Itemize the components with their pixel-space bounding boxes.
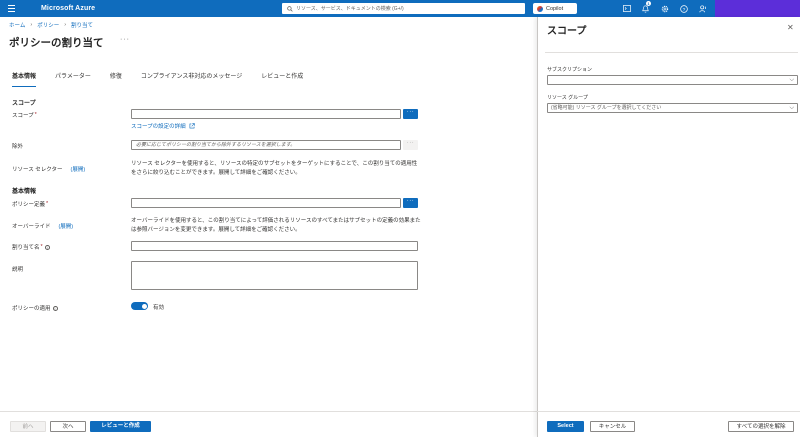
policy-definition-browse-button[interactable]: ···: [403, 198, 418, 208]
info-icon[interactable]: i: [52, 305, 58, 311]
exclusions-browse-button: ···: [403, 140, 418, 150]
required-marker: *: [34, 112, 37, 118]
subscription-label: サブスクリプション: [547, 67, 593, 73]
breadcrumb: ホーム › ポリシー › 割り当て: [9, 21, 93, 29]
copilot-label: Copilot: [546, 5, 564, 12]
gear-icon[interactable]: [655, 0, 674, 17]
info-icon[interactable]: i: [44, 244, 50, 250]
close-icon[interactable]: ✕: [787, 23, 794, 32]
tab-basics[interactable]: 基本情報: [12, 70, 37, 87]
account-button[interactable]: [715, 0, 800, 17]
description-label: 説明: [12, 267, 24, 273]
svg-text:?: ?: [682, 6, 685, 12]
assignment-name-input[interactable]: [131, 241, 418, 251]
overrides-label: オーバーライド (展開): [12, 222, 73, 230]
select-button[interactable]: Select: [547, 421, 584, 432]
menu-icon[interactable]: [5, 0, 17, 17]
terminal-icon[interactable]: [617, 0, 636, 17]
chevron-right-icon: ›: [64, 22, 67, 28]
breadcrumb-assignments[interactable]: 割り当て: [71, 21, 93, 29]
next-button[interactable]: 次へ: [50, 421, 86, 432]
resource-selector-expand-link[interactable]: (展開): [71, 165, 86, 173]
scope-label-text: スコープ: [12, 113, 34, 119]
notification-badge: 1: [646, 1, 651, 6]
bell-icon[interactable]: 1: [636, 0, 655, 17]
more-options-icon[interactable]: ···: [120, 36, 130, 43]
exclusions-label: 除外: [12, 144, 24, 150]
assignment-name-label: 割り当て名 * i: [12, 243, 50, 251]
tab-bar: 基本情報 パラメーター 修復 コンプライアンス非対応のメッセージ レビューと作成: [12, 70, 322, 87]
tab-noncompliance-messages[interactable]: コンプライアンス非対応のメッセージ: [141, 70, 242, 84]
scope-label: スコープ *: [12, 111, 37, 119]
copilot-button[interactable]: Copilot: [533, 3, 577, 14]
resource-group-placeholder: (省略可能) リソース グループを選択してください: [551, 105, 662, 111]
overrides-help: オーバーライドを使用すると、この割り当てによって評価されるリソースのすべてまたは…: [131, 218, 421, 233]
brand-name[interactable]: Microsoft Azure: [41, 5, 95, 12]
help-icon[interactable]: ?: [674, 0, 693, 17]
chevron-down-icon: ⌵: [789, 105, 794, 111]
review-create-button[interactable]: レビューと作成: [90, 421, 151, 432]
enforcement-state: 有効: [153, 305, 165, 311]
scope-input[interactable]: [131, 109, 401, 119]
scope-section-heading: スコープ: [12, 101, 36, 107]
overrides-label-text: オーバーライド: [12, 224, 51, 230]
scope-learn-more-link[interactable]: スコープの設定の詳細: [131, 122, 195, 130]
cancel-button[interactable]: キャンセル: [590, 421, 635, 432]
overrides-expand-link[interactable]: (展開): [58, 222, 73, 230]
clear-all-button[interactable]: すべての選択を解除: [728, 421, 794, 432]
enforcement-toggle[interactable]: [131, 302, 148, 310]
assignment-name-label-text: 割り当て名: [12, 245, 40, 251]
feedback-icon[interactable]: [693, 0, 712, 17]
exclusions-input[interactable]: 必要に応じてポリシーの割り当てから除外するリソースを選択します。: [131, 140, 401, 150]
scope-panel-title: スコープ: [547, 26, 587, 37]
previous-button[interactable]: 前へ: [10, 421, 46, 432]
required-marker: *: [40, 244, 43, 250]
subscription-dropdown[interactable]: ⌵: [547, 75, 798, 85]
basics-section-heading: 基本情報: [12, 189, 37, 195]
top-bar: Microsoft Azure リソース、サービス、ドキュメントの検索 (G+/…: [0, 0, 800, 17]
external-link-icon: [189, 123, 195, 129]
breadcrumb-policy[interactable]: ポリシー: [37, 21, 59, 29]
required-marker: *: [46, 201, 49, 207]
description-textarea[interactable]: [131, 261, 418, 290]
resource-selector-help: リソース セレクターを使用すると、リソースの特定のサブセットをターゲットにするこ…: [131, 161, 418, 176]
search-placeholder: リソース、サービス、ドキュメントの検索 (G+/): [296, 6, 404, 12]
policy-definition-label-text: ポリシー定義: [12, 202, 46, 208]
breadcrumb-home[interactable]: ホーム: [9, 21, 25, 29]
copilot-icon: [537, 5, 543, 12]
resource-group-label: リソース グループ: [547, 95, 588, 101]
chevron-right-icon: ›: [30, 22, 33, 28]
policy-definition-input[interactable]: [131, 198, 401, 208]
scope-browse-button[interactable]: ···: [403, 109, 418, 119]
search-input[interactable]: リソース、サービス、ドキュメントの検索 (G+/): [282, 3, 525, 14]
tab-review-create[interactable]: レビューと作成: [261, 70, 303, 84]
tab-remediation[interactable]: 修復: [110, 70, 122, 84]
policy-definition-label: ポリシー定義 *: [12, 200, 48, 208]
chevron-down-icon: ⌵: [789, 77, 794, 83]
resource-group-dropdown[interactable]: (省略可能) リソース グループを選択してください ⌵: [547, 103, 798, 113]
page-title: ポリシーの割り当て: [9, 37, 104, 49]
enforcement-label: ポリシーの適用 i: [12, 304, 58, 312]
resource-selector-label: リソース セレクター (展開): [12, 165, 85, 173]
divider: [545, 52, 798, 53]
enforcement-label-text: ポリシーの適用: [12, 306, 51, 312]
tab-parameters[interactable]: パラメーター: [55, 70, 91, 84]
resource-selector-label-text: リソース セレクター: [12, 167, 63, 173]
search-icon: [287, 5, 293, 12]
scope-link-text: スコープの設定の詳細: [131, 124, 186, 130]
top-icons: 1 ?: [617, 0, 712, 17]
